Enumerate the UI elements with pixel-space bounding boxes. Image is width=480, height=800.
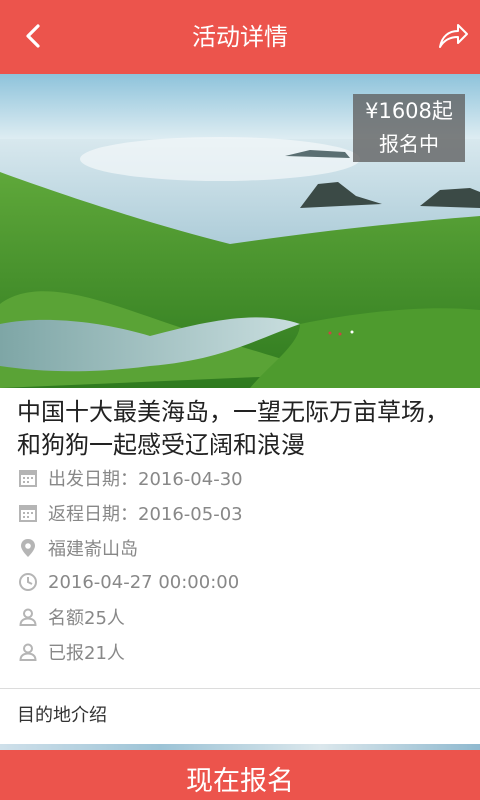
calendar-icon <box>17 467 39 489</box>
return-date-row: 返程日期：2016-05-03 <box>17 498 467 528</box>
destination-intro-title: 目的地介绍 <box>17 705 107 726</box>
quota-text: 名额25人 <box>48 608 125 629</box>
quota-row: 名额25人 <box>17 602 467 632</box>
price-badge: ¥1608起 报名中 <box>353 94 465 162</box>
status-label: 报名中 <box>379 132 439 156</box>
location-row: 福建嵛山岛 <box>17 533 467 563</box>
page-title: 活动详情 <box>192 23 288 51</box>
event-title: 中国十大最美海岛，一望无际万亩草场，和狗狗一起感受辽阔和浪漫 <box>17 398 449 459</box>
share-icon[interactable] <box>436 21 470 53</box>
price-label: ¥1608起 <box>365 99 453 123</box>
location-pin-icon <box>17 537 39 559</box>
time-text: 2016-04-27 00:00:00 <box>48 571 240 593</box>
departure-date-text: 出发日期：2016-04-30 <box>48 469 243 490</box>
event-hero-image: ¥1608起 报名中 <box>0 74 480 388</box>
app-header: 活动详情 <box>0 0 480 74</box>
person-icon <box>17 641 39 663</box>
person-icon <box>17 606 39 628</box>
time-row: 2016-04-27 00:00:00 <box>17 567 467 597</box>
section-divider <box>0 688 480 689</box>
register-now-button[interactable]: 现在报名 <box>0 750 480 800</box>
return-date-text: 返程日期：2016-05-03 <box>48 504 243 525</box>
departure-date-row: 出发日期：2016-04-30 <box>17 463 467 493</box>
location-text: 福建嵛山岛 <box>48 539 138 560</box>
registered-row: 已报21人 <box>17 637 467 667</box>
calendar-icon <box>17 502 39 524</box>
clock-icon <box>17 571 39 593</box>
registered-text: 已报21人 <box>48 643 125 664</box>
